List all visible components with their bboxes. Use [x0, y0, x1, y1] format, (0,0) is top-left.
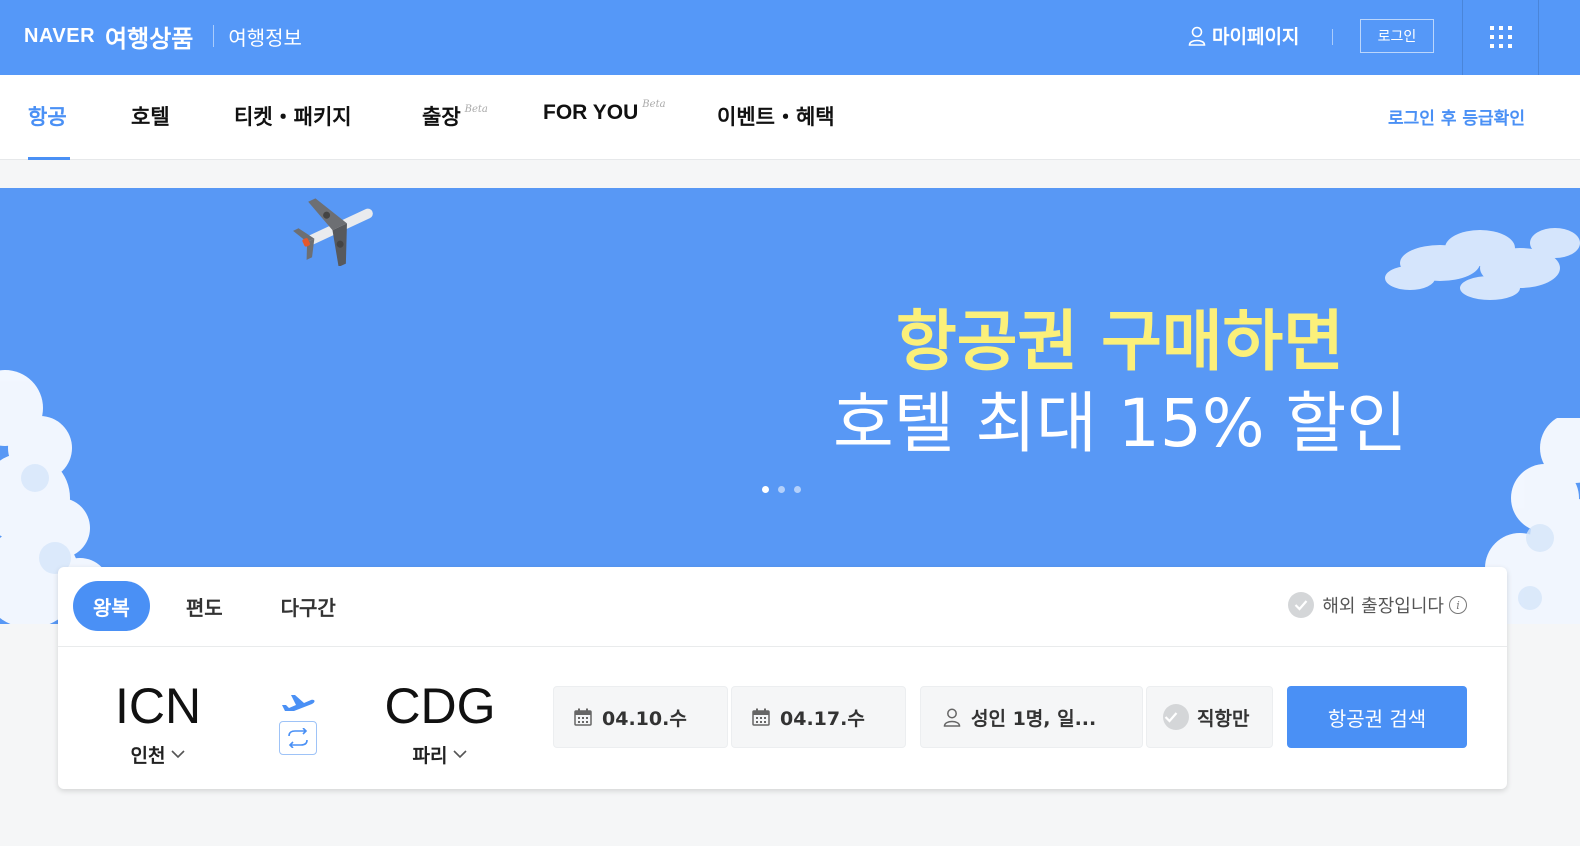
destination-city: 파리	[340, 741, 540, 768]
top-bar: NAVER 여행상품 여행정보 마이페이지 로그인	[0, 0, 1580, 75]
cloud-top-right-illustration	[1385, 228, 1580, 300]
carousel-dot[interactable]	[778, 486, 785, 493]
header-divider	[1538, 0, 1539, 75]
airplane-icon	[282, 695, 315, 711]
grade-check-link[interactable]: 로그인 후 등급확인	[1388, 104, 1525, 129]
login-button[interactable]: 로그인	[1360, 19, 1434, 53]
passenger-value: 성인 1명, 일...	[971, 707, 1097, 730]
product-title[interactable]: 여행상품	[105, 19, 193, 54]
trip-tab-oneway[interactable]: 편도	[166, 581, 243, 631]
nav-tab-tickets-packages[interactable]: 티켓・패키지	[234, 101, 352, 131]
header-divider	[1462, 0, 1463, 75]
brand-divider	[213, 25, 215, 47]
trip-type-tabs: 왕복 편도 다구간	[73, 581, 374, 631]
origin-city: 인천	[58, 741, 258, 768]
mypage-label: 마이페이지	[1212, 26, 1300, 48]
active-tab-indicator	[28, 157, 70, 160]
card-divider	[58, 646, 1507, 647]
nav-tab-for-you[interactable]: FOR YOU Beta	[543, 99, 666, 125]
origin-code: ICN	[114, 678, 202, 734]
direct-only-toggle[interactable]: 직항만	[1146, 686, 1273, 748]
apps-grid-icon[interactable]	[1490, 26, 1512, 48]
carousel-dots	[762, 486, 810, 493]
return-date-field[interactable]: 04.17.수	[731, 686, 906, 748]
check-icon	[1288, 592, 1315, 618]
beta-badge: Beta	[464, 104, 488, 115]
chevron-down-icon	[171, 750, 186, 759]
trip-tab-multicity[interactable]: 다구간	[261, 581, 356, 631]
depart-date-field[interactable]: 04.10.수	[553, 686, 728, 748]
nav-tab-flights[interactable]: 항공	[28, 101, 67, 131]
business-trip-label: 해외 출장입니다	[1322, 596, 1444, 617]
header-divider	[1332, 29, 1333, 45]
travel-info-link[interactable]: 여행정보	[228, 22, 302, 51]
chevron-down-icon	[453, 750, 468, 759]
origin-selector[interactable]: ICN 인천	[58, 677, 258, 768]
info-icon[interactable]: i	[1449, 596, 1467, 614]
calendar-icon	[574, 708, 592, 726]
nav-tab-events[interactable]: 이벤트・혜택	[717, 101, 835, 131]
airplane-illustration	[293, 198, 373, 266]
flight-search-card: 왕복 편도 다구간 해외 출장입니다 i ICN 인천 CDG 파리 04.10…	[58, 567, 1507, 789]
check-icon	[1163, 704, 1189, 730]
naver-logo[interactable]: NAVER	[24, 25, 95, 48]
nav-tab-hotels[interactable]: 호텔	[131, 101, 170, 131]
swap-icon	[288, 728, 308, 748]
beta-badge: Beta	[642, 99, 666, 110]
calendar-icon	[752, 708, 770, 726]
destination-selector[interactable]: CDG 파리	[340, 677, 540, 768]
flight-search-button[interactable]: 항공권 검색	[1287, 686, 1467, 748]
business-trip-toggle[interactable]: 해외 출장입니다 i	[1288, 592, 1467, 618]
depart-date-value: 04.10.수	[602, 707, 687, 730]
passenger-field[interactable]: 성인 1명, 일...	[920, 686, 1143, 748]
carousel-dot[interactable]	[762, 486, 769, 493]
brand[interactable]: NAVER 여행상품 여행정보	[24, 18, 302, 54]
trip-tab-roundtrip[interactable]: 왕복	[73, 581, 150, 631]
user-icon	[1188, 26, 1206, 46]
swap-airports-button[interactable]	[279, 721, 317, 755]
banner-subline: 호텔 최대 15% 할인	[833, 385, 1407, 462]
direct-only-label: 직항만	[1197, 707, 1250, 730]
promo-banner[interactable]: 항공권 구매하면 호텔 최대 15% 할인	[0, 188, 1580, 624]
return-date-value: 04.17.수	[780, 707, 865, 730]
nav-tab-business-trip[interactable]: 출장 Beta	[422, 101, 488, 131]
carousel-dot[interactable]	[794, 486, 801, 493]
main-nav: 항공 호텔 티켓・패키지 출장 Beta FOR YOU Beta 이벤트・혜택 로…	[0, 75, 1580, 160]
user-icon	[943, 708, 961, 727]
mypage-link[interactable]: 마이페이지	[1188, 22, 1299, 49]
destination-code: CDG	[384, 678, 496, 734]
